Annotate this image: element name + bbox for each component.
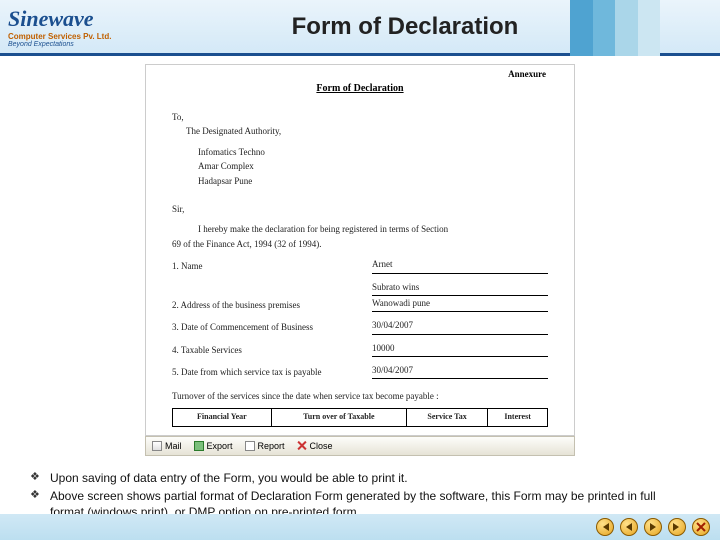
authority-line: The Designated Authority, [172, 124, 548, 138]
to-line: To, [172, 110, 548, 124]
last-button[interactable] [668, 518, 686, 536]
annexure-label: Annexure [146, 65, 574, 79]
form-preview: Annexure Form of Declaration To, The Des… [145, 64, 575, 436]
logo-subtitle-1: Computer Services Pv. Ltd. [8, 32, 150, 41]
declaration-line-2: 69 of the Finance Act, 1994 (32 of 1994)… [172, 237, 548, 251]
close-icon [297, 441, 307, 451]
first-button[interactable] [596, 518, 614, 536]
address-line-2: Amar Complex [172, 159, 548, 173]
field-commencement-label: 3. Date of Commencement of Business [172, 320, 372, 334]
field-taxdate-label: 5. Date from which service tax is payabl… [172, 365, 372, 379]
notes: ❖Upon saving of data entry of the Form, … [0, 456, 720, 521]
field-taxdate-value: 30/04/2007 [372, 363, 548, 379]
note-1: Upon saving of data entry of the Form, y… [50, 470, 692, 486]
th-turnover-taxable: Turn over of Taxable [271, 408, 406, 426]
mail-button[interactable]: Mail [146, 441, 188, 451]
turnover-table: Financial Year Turn over of Taxable Serv… [172, 408, 548, 427]
turnover-caption: Turnover of the services since the date … [172, 389, 548, 403]
close-label: Close [310, 441, 333, 451]
field-address-label: 2. Address of the business premises [172, 298, 372, 312]
export-button[interactable]: Export [188, 441, 239, 451]
logo-word: Sinewave [8, 6, 150, 32]
field-name-value: Arnet [372, 257, 548, 273]
field-taxable-label: 4. Taxable Services [172, 343, 372, 357]
bullet-icon: ❖ [30, 470, 50, 486]
th-interest: Interest [488, 408, 548, 426]
report-button[interactable]: Report [239, 441, 291, 451]
field-name-label: 1. Name [172, 259, 372, 273]
field-taxable-value: 10000 [372, 341, 548, 357]
exit-button[interactable] [692, 518, 710, 536]
export-label: Export [207, 441, 233, 451]
logo-subtitle-2: Beyond Expectations [8, 41, 150, 48]
th-service-tax: Service Tax [406, 408, 487, 426]
prev-button[interactable] [620, 518, 638, 536]
export-icon [194, 441, 204, 451]
report-label: Report [258, 441, 285, 451]
mail-icon [152, 441, 162, 451]
mail-label: Mail [165, 441, 182, 451]
salutation: Sir, [172, 202, 548, 216]
field-address-value-1: Subrato wins [372, 280, 548, 296]
address-line-1: Infomatics Techno [172, 145, 548, 159]
doc-title: Form of Declaration [146, 83, 574, 94]
address-line-3: Hadapsar Pune [172, 174, 548, 188]
report-icon [245, 441, 255, 451]
logo: Sinewave Computer Services Pv. Ltd. Beyo… [0, 6, 150, 48]
field-address-value-2: Wanowadi pune [372, 296, 548, 312]
header: Sinewave Computer Services Pv. Ltd. Beyo… [0, 0, 720, 56]
footer-nav [0, 514, 720, 540]
preview-toolbar: Mail Export Report Close [145, 436, 575, 456]
close-button[interactable]: Close [291, 441, 339, 451]
field-commencement-value: 30/04/2007 [372, 318, 548, 334]
th-financial-year: Financial Year [173, 408, 272, 426]
next-button[interactable] [644, 518, 662, 536]
declaration-line-1: I hereby make the declaration for being … [172, 222, 548, 236]
header-decor-stripes [570, 0, 660, 56]
